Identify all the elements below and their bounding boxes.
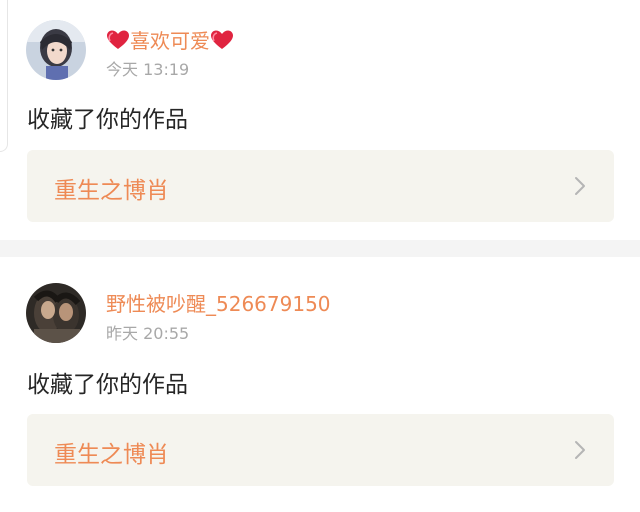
user-name[interactable]: 喜欢可爱 <box>106 25 234 54</box>
timestamp: 昨天 20:55 <box>106 324 190 343</box>
timestamp: 今天 13:19 <box>106 60 190 79</box>
heart-icon <box>210 29 234 51</box>
action-text: 收藏了你的作品 <box>27 107 188 133</box>
work-link-card[interactable]: 重生之博肖 <box>27 414 614 486</box>
work-link-card[interactable]: 重生之博肖 <box>27 150 614 222</box>
work-title: 重生之博肖 <box>54 178 169 204</box>
notification-card: 喜欢可爱 今天 13:19 收藏了你的作品 重生之博肖 <box>0 0 640 240</box>
panel-edge-divider <box>0 0 8 152</box>
user-avatar[interactable] <box>26 283 86 343</box>
work-title: 重生之博肖 <box>54 442 169 468</box>
user-avatar[interactable] <box>26 20 86 80</box>
action-text: 收藏了你的作品 <box>27 372 188 398</box>
user-name-text: 喜欢可爱 <box>130 29 210 53</box>
chevron-right-icon <box>574 176 586 196</box>
user-name[interactable]: 野性被吵醒_526679150 <box>106 288 331 317</box>
notification-feed: 喜欢可爱 今天 13:19 收藏了你的作品 重生之博肖 野性被吵醒_526679… <box>0 0 640 512</box>
notification-card: 野性被吵醒_526679150 昨天 20:55 收藏了你的作品 重生之博肖 <box>0 257 640 512</box>
chevron-right-icon <box>574 440 586 460</box>
heart-icon <box>106 29 130 51</box>
